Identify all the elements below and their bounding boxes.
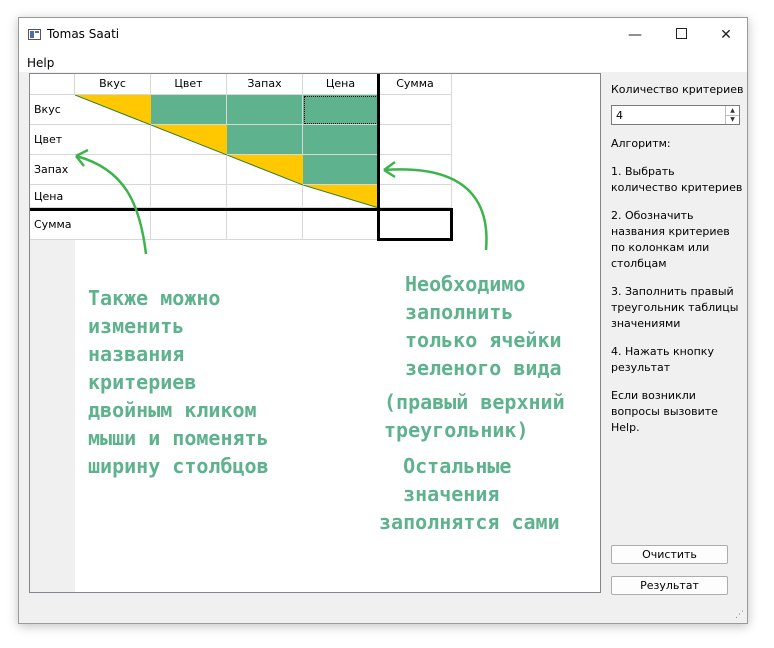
- result-button[interactable]: Результат: [611, 576, 728, 595]
- window-title: Tomas Saati: [47, 27, 120, 41]
- annotation-fill-green-hint: Необходимо заполнить только ячейки зелен…: [405, 272, 562, 380]
- algorithm-step-2: 2. Обозначить названия критериев по коло…: [611, 209, 730, 270]
- minimize-button[interactable]: —: [612, 18, 658, 52]
- criteria-count-label: Количество критериев: [611, 83, 744, 96]
- help-note: Если возникли вопросы вызовите Help.: [611, 389, 718, 434]
- annotation-rename-hint: Также можно изменить названия критериев …: [88, 286, 269, 478]
- algorithm-step-3: 3. Заполнить правый треугольник таблицы …: [611, 285, 739, 330]
- right-arrow: [383, 168, 488, 251]
- menu-help[interactable]: Help: [27, 56, 54, 70]
- left-arrow: [75, 154, 148, 255]
- spin-buttons: ▲ ▼: [725, 106, 739, 124]
- criteria-count-value[interactable]: 4: [616, 109, 623, 122]
- annotation-auto-fill-hint: Остальные значения заполнятся сами: [379, 454, 560, 534]
- maximize-button[interactable]: [658, 18, 704, 52]
- title-bar: Tomas Saati — ✕: [19, 18, 747, 52]
- criteria-count-spinbox[interactable]: 4 ▲ ▼: [611, 105, 740, 125]
- annotation-triangle-hint: (правый верхний треугольник): [384, 390, 565, 442]
- criteria-table[interactable]: Вкус Цвет Запах Цена Сумма Вкус Цвет Зап…: [29, 73, 601, 593]
- algorithm-step-4: 4. Нажать кнопку результат: [611, 345, 714, 374]
- app-window-icon: [28, 29, 41, 40]
- app-window: Tomas Saati — ✕ Help Вкус Цвет Запах Цен…: [18, 17, 748, 624]
- algorithm-step-1: 1. Выбрать количество критериев: [611, 165, 743, 194]
- resize-grip-icon[interactable]: ⋰: [735, 610, 744, 620]
- maximize-icon: [675, 28, 687, 39]
- menu-bar: Help: [19, 52, 747, 72]
- algorithm-label: Алгоритм:: [611, 137, 671, 150]
- close-button[interactable]: ✕: [703, 18, 747, 52]
- clear-button[interactable]: Очистить: [611, 545, 728, 564]
- spin-down-icon[interactable]: ▼: [726, 115, 739, 124]
